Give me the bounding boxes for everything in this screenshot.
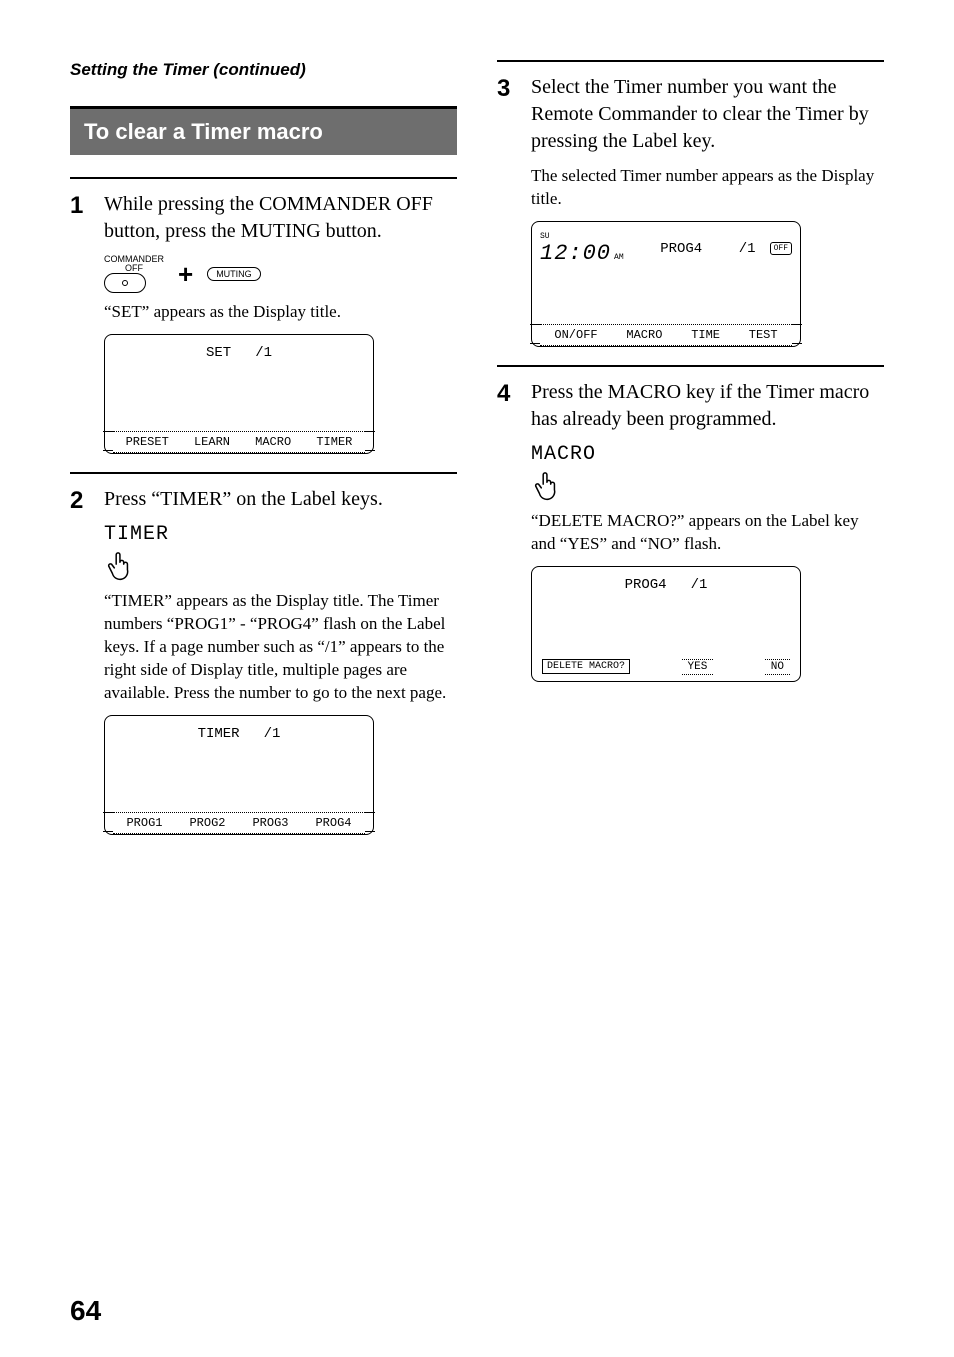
delete-macro-row: DELETE MACRO? YES NO bbox=[540, 659, 792, 681]
step-1: 1 While pressing the COMMANDER OFF butto… bbox=[70, 191, 457, 454]
running-head: Setting the Timer (continued) bbox=[70, 60, 457, 80]
step-number: 2 bbox=[70, 486, 94, 835]
label-key-row: PROG1 PROG2 PROG3 PROG4 bbox=[113, 812, 365, 834]
divider bbox=[70, 472, 457, 474]
commander-off-button-graphic: COMMANDER OFF bbox=[104, 255, 164, 293]
step-number: 1 bbox=[70, 191, 94, 454]
divider bbox=[497, 365, 884, 367]
display-title: SET bbox=[206, 345, 231, 361]
display-page: /1 bbox=[691, 577, 708, 593]
no-key: NO bbox=[765, 659, 790, 675]
press-hand-icon bbox=[531, 470, 561, 502]
label-key: TEST bbox=[749, 328, 778, 342]
step-number: 3 bbox=[497, 74, 521, 347]
divider bbox=[497, 60, 884, 62]
clock-ampm: AM bbox=[614, 253, 624, 262]
step-main-text: Press the MACRO key if the Timer macro h… bbox=[531, 379, 884, 433]
lcd-display-set: SET /1 PRESET LEARN MACRO TIMER bbox=[104, 334, 374, 454]
step-number: 4 bbox=[497, 379, 521, 682]
label-key: TIMER bbox=[316, 435, 352, 449]
delete-macro-prompt: DELETE MACRO? bbox=[542, 659, 630, 674]
step-sub-text: “DELETE MACRO?” appears on the Label key… bbox=[531, 510, 884, 556]
step-main-text: While pressing the COMMANDER OFF button,… bbox=[104, 191, 457, 245]
label-key: PROG2 bbox=[189, 816, 225, 830]
display-title: PROG4 bbox=[625, 577, 667, 593]
display-title: PROG4 bbox=[634, 241, 729, 257]
label-key: MACRO bbox=[255, 435, 291, 449]
press-hand-icon bbox=[104, 550, 134, 582]
right-column: 3 Select the Timer number you want the R… bbox=[497, 60, 884, 835]
display-page: /1 bbox=[255, 345, 272, 361]
page-number: 64 bbox=[70, 1295, 101, 1327]
clock-day: SU bbox=[540, 232, 550, 241]
label-key-row: PRESET LEARN MACRO TIMER bbox=[113, 431, 365, 453]
step-4: 4 Press the MACRO key if the Timer macro… bbox=[497, 379, 884, 682]
off-badge: OFF bbox=[770, 242, 792, 255]
label-key: TIME bbox=[691, 328, 720, 342]
display-title: TIMER bbox=[198, 726, 240, 742]
display-page: /1 bbox=[264, 726, 281, 742]
left-column: Setting the Timer (continued) To clear a… bbox=[70, 60, 457, 835]
label-key: ON/OFF bbox=[554, 328, 597, 342]
off-caption: OFF bbox=[104, 264, 164, 273]
step-sub-text: “TIMER” appears as the Display title. Th… bbox=[104, 590, 457, 705]
step-sub-text: “SET” appears as the Display title. bbox=[104, 301, 457, 324]
step-main-text: Press “TIMER” on the Label keys. bbox=[104, 486, 457, 513]
yes-key: YES bbox=[682, 659, 714, 675]
step-sub-text: The selected Timer number appears as the… bbox=[531, 165, 884, 211]
label-key: MACRO bbox=[626, 328, 662, 342]
section-heading: To clear a Timer macro bbox=[70, 106, 457, 155]
divider bbox=[70, 177, 457, 179]
label-key: PRESET bbox=[126, 435, 169, 449]
label-key-row: ON/OFF MACRO TIME TEST bbox=[540, 324, 792, 346]
label-key: PROG4 bbox=[315, 816, 351, 830]
step-main-text: Select the Timer number you want the Rem… bbox=[531, 74, 884, 155]
lcd-display-timer: TIMER /1 PROG1 PROG2 PROG3 PROG4 bbox=[104, 715, 374, 835]
label-key: PROG1 bbox=[126, 816, 162, 830]
button-illustration-row: COMMANDER OFF + MUTING bbox=[104, 255, 457, 293]
oval-button-icon bbox=[104, 273, 146, 293]
step-2: 2 Press “TIMER” on the Label keys. TIMER… bbox=[70, 486, 457, 835]
label-key-word: TIMER bbox=[104, 523, 457, 546]
lcd-display-delete-macro: PROG4 /1 DELETE MACRO? YES NO bbox=[531, 566, 801, 682]
label-key: LEARN bbox=[194, 435, 230, 449]
lcd-display-prog4-clock: SU 12:00 AM PROG4 /1 OFF ON/O bbox=[531, 221, 801, 347]
display-page: /1 bbox=[739, 241, 756, 257]
clock-time: 12:00 bbox=[540, 241, 611, 266]
label-key-word: MACRO bbox=[531, 443, 884, 466]
plus-icon: + bbox=[178, 259, 193, 290]
muting-button-graphic: MUTING bbox=[207, 267, 261, 281]
step-3: 3 Select the Timer number you want the R… bbox=[497, 74, 884, 347]
label-key: PROG3 bbox=[252, 816, 288, 830]
